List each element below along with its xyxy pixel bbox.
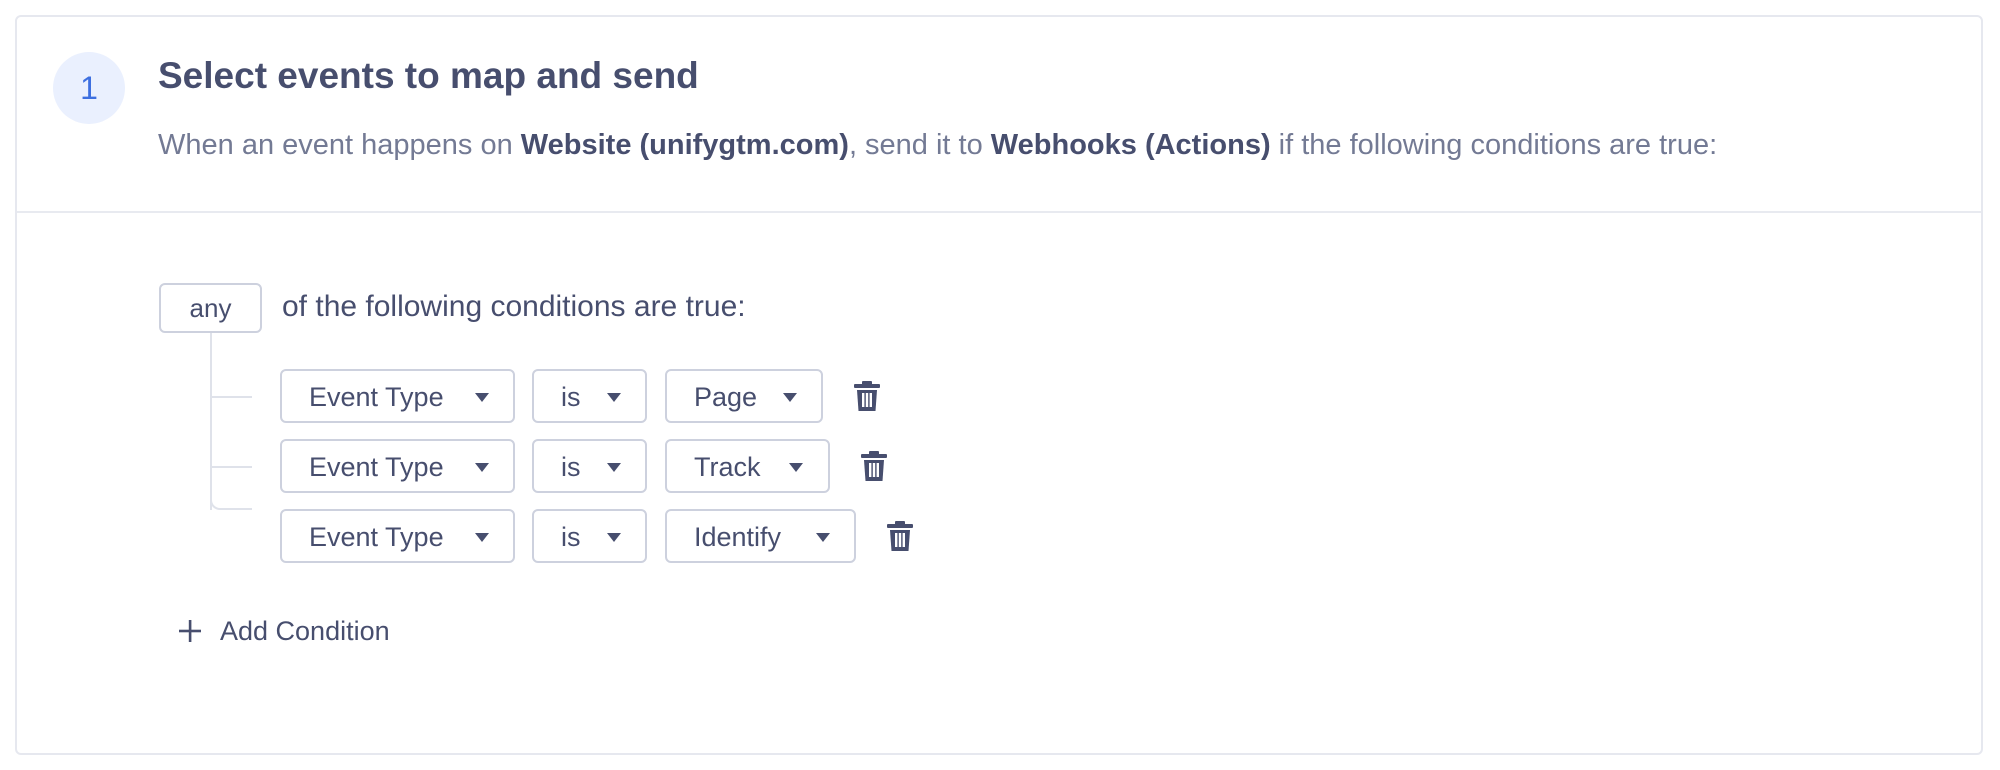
field-dropdown-label: Event Type [309,382,444,412]
value-dropdown[interactable]: Page [665,369,823,423]
trash-icon[interactable] [860,450,888,482]
trash-icon[interactable] [853,380,881,412]
caret-down-icon [607,463,621,472]
value-dropdown[interactable]: Identify [665,509,856,563]
field-dropdown-label: Event Type [309,522,444,552]
step-number-badge: 1 [53,52,125,124]
tree-connector-branch [212,396,252,398]
description-middle: , send it to [848,129,991,161]
operator-dropdown[interactable]: is [532,369,647,423]
card-header: 1 Select events to map and send When an … [17,17,1981,213]
operator-dropdown[interactable]: is [532,509,647,563]
description-prefix: When an event happens on [158,129,521,161]
add-condition-button[interactable]: Add Condition [178,611,390,651]
trash-icon[interactable] [886,520,914,552]
tree-connector-branch [212,466,252,468]
tree-connector-corner [210,490,252,510]
caret-down-icon [607,393,621,402]
tree-connector-line [210,333,212,510]
value-dropdown[interactable]: Track [665,439,830,493]
field-dropdown[interactable]: Event Type [280,439,515,493]
caret-down-icon [607,533,621,542]
caret-down-icon [816,533,830,542]
plus-icon [179,620,201,642]
operator-dropdown[interactable]: is [532,439,647,493]
field-dropdown[interactable]: Event Type [280,369,515,423]
caret-down-icon [475,463,489,472]
step-description: When an event happens on Website (unifyg… [158,129,1717,162]
add-condition-label: Add Condition [220,615,390,646]
caret-down-icon [475,393,489,402]
operator-dropdown-label: is [561,452,581,482]
value-dropdown-label: Identify [694,522,782,552]
field-dropdown[interactable]: Event Type [280,509,515,563]
description-suffix: if the following conditions are true: [1270,129,1718,161]
match-type-text: of the following conditions are true: [282,290,746,323]
source-name: Website (unifygtm.com) [520,129,849,161]
value-dropdown-label: Page [694,382,758,412]
caret-down-icon [783,393,797,402]
destination-name: Webhooks (Actions) [990,129,1271,161]
value-dropdown-label: Track [694,452,761,482]
caret-down-icon [789,463,803,472]
operator-dropdown-label: is [561,522,581,552]
step-title: Select events to map and send [158,55,699,96]
field-dropdown-label: Event Type [309,452,444,482]
operator-dropdown-label: is [561,382,581,412]
caret-down-icon [475,533,489,542]
match-type-select[interactable]: any [159,283,262,333]
